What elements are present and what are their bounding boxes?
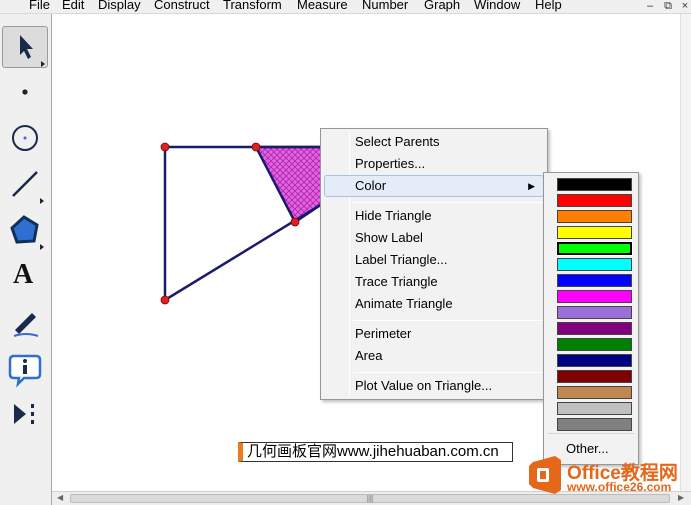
vertex-point[interactable]: [160, 142, 170, 152]
menu-transform[interactable]: Transform: [223, 0, 282, 12]
menu-file[interactable]: File: [29, 0, 50, 12]
color-swatch[interactable]: [557, 210, 632, 223]
compass-circle-icon: [12, 125, 38, 151]
menu-item-properties[interactable]: Properties...: [324, 153, 544, 175]
office-logo-icon: [529, 456, 561, 494]
color-swatch[interactable]: [557, 338, 632, 351]
menu-item-area[interactable]: Area: [324, 345, 544, 367]
menu-separator: [353, 372, 543, 373]
menu-window[interactable]: Window: [474, 0, 520, 12]
minimize-icon[interactable]: –: [640, 0, 660, 13]
context-menu: Select Parents Properties... Color ▶ Hid…: [320, 128, 548, 400]
menu-item-label: Color: [355, 178, 387, 193]
menu-display[interactable]: Display: [98, 0, 141, 12]
menu-item-label: Area: [355, 348, 383, 363]
menu-graph[interactable]: Graph: [424, 0, 460, 12]
color-swatch[interactable]: [557, 418, 632, 431]
vertex-point[interactable]: [290, 217, 300, 227]
vertex-point[interactable]: [251, 142, 261, 152]
menu-item-label: Trace Triangle: [355, 274, 438, 289]
menu-item-hide-triangle[interactable]: Hide Triangle: [324, 205, 544, 227]
menu-construct[interactable]: Construct: [154, 0, 210, 12]
color-swatch[interactable]: [557, 354, 632, 367]
website-watermark: 几何画板官网www.jihehuaban.com.cn: [238, 442, 513, 462]
menu-edit[interactable]: Edit: [62, 0, 84, 12]
color-swatch[interactable]: [557, 322, 632, 335]
color-swatch[interactable]: [557, 402, 632, 415]
color-swatch[interactable]: [557, 258, 632, 271]
vertex-point[interactable]: [160, 295, 170, 305]
menu-item-label-triangle[interactable]: Label Triangle...: [324, 249, 544, 271]
menu-item-label: Animate Triangle: [355, 296, 453, 311]
menu-item-label: Hide Triangle: [355, 208, 432, 223]
menu-item-label: Plot Value on Triangle...: [355, 378, 493, 393]
menu-separator: [548, 433, 634, 434]
text-a-icon: A: [13, 259, 34, 290]
menu-item-label: Show Label: [355, 230, 423, 245]
color-submenu: Other...: [543, 172, 639, 465]
scroll-left-icon[interactable]: ◀: [57, 493, 63, 502]
office-logo: Office教程网 www.office26.com: [525, 452, 691, 500]
color-swatch[interactable]: [557, 178, 632, 191]
color-swatch[interactable]: [557, 194, 632, 207]
menu-item-label: Select Parents: [355, 134, 440, 149]
menu-separator: [353, 320, 543, 321]
menu-item-label: Properties...: [355, 156, 426, 171]
color-swatch[interactable]: [556, 241, 633, 256]
menu-item-show-label[interactable]: Show Label: [324, 227, 544, 249]
arrow-cursor-icon: [20, 35, 45, 67]
menu-item-color[interactable]: Color ▶: [324, 175, 544, 197]
info-bubble-icon: [8, 354, 42, 388]
menu-measure[interactable]: Measure: [297, 0, 348, 12]
scroll-grip: |||: [366, 494, 374, 503]
compass-tool[interactable]: [2, 118, 48, 160]
submenu-arrow-icon: ▶: [528, 181, 535, 191]
menu-item-perimeter[interactable]: Perimeter: [324, 323, 544, 345]
marker-pen-icon: [13, 313, 39, 337]
logo-url: www.office26.com: [567, 480, 672, 494]
color-swatch[interactable]: [557, 290, 632, 303]
menu-number[interactable]: Number: [362, 0, 408, 12]
menu-item-animate-triangle[interactable]: Animate Triangle: [324, 293, 544, 315]
menu-bar: File Edit Display Construct Transform Me…: [0, 0, 691, 14]
menu-item-trace-triangle[interactable]: Trace Triangle: [324, 271, 544, 293]
custom-tool[interactable]: [2, 394, 48, 436]
arrow-select-tool[interactable]: [2, 26, 48, 68]
vertical-scrollbar[interactable]: [680, 14, 691, 491]
color-swatch[interactable]: [557, 370, 632, 383]
polygon-tool[interactable]: [2, 210, 48, 252]
tool-panel: A: [0, 14, 52, 505]
text-tool[interactable]: A: [2, 256, 48, 298]
menu-item-plot-value[interactable]: Plot Value on Triangle...: [324, 375, 544, 397]
segment-bottom[interactable]: [164, 202, 323, 302]
color-swatch[interactable]: [557, 386, 632, 399]
color-swatch[interactable]: [557, 274, 632, 287]
watermark-text: 几何画板官网www.jihehuaban.com.cn: [247, 443, 499, 460]
menu-item-select-parents[interactable]: Select Parents: [324, 131, 544, 153]
line-segment-icon: [12, 171, 44, 204]
menu-help[interactable]: Help: [535, 0, 562, 12]
point-tool[interactable]: [2, 72, 48, 114]
polygon-icon: [10, 215, 44, 250]
close-icon[interactable]: ×: [675, 0, 691, 13]
color-swatch[interactable]: [557, 306, 632, 319]
color-swatch[interactable]: [557, 226, 632, 239]
menu-item-label: Perimeter: [355, 326, 412, 341]
information-tool[interactable]: [2, 348, 48, 390]
straightedge-tool[interactable]: [2, 164, 48, 206]
marker-tool[interactable]: [2, 302, 48, 344]
menu-separator: [353, 202, 543, 203]
custom-tool-play-icon: [14, 404, 34, 424]
menu-item-label: Label Triangle...: [355, 252, 448, 267]
point-icon: [22, 89, 28, 95]
